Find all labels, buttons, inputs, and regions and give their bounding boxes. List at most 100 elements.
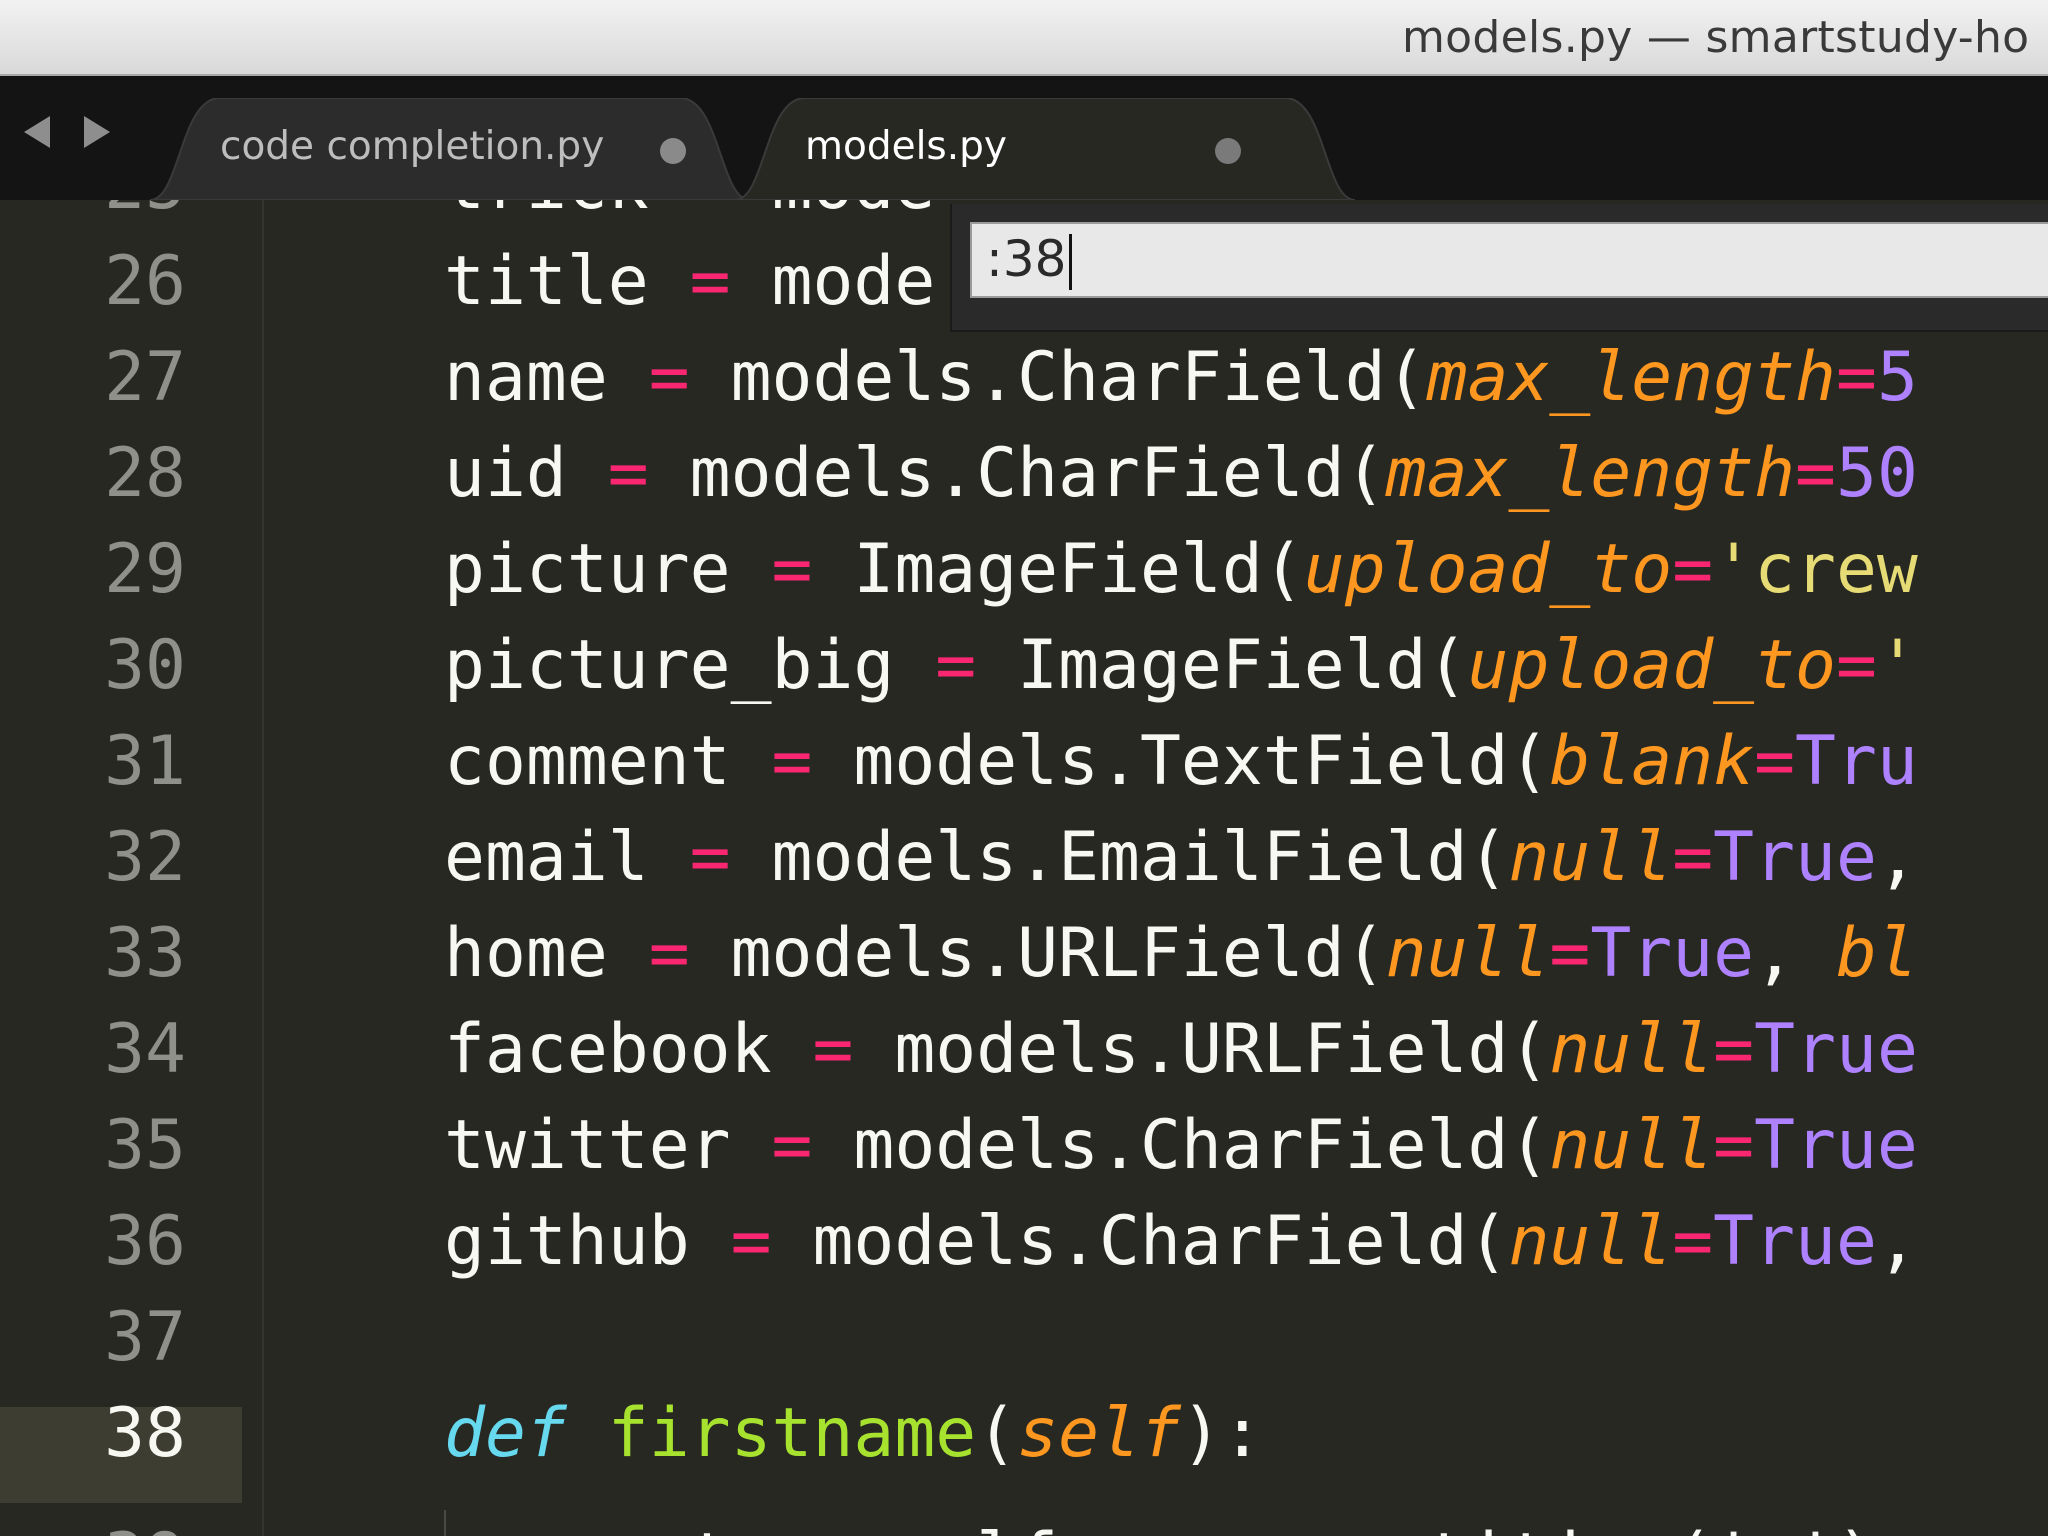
code-token: upload_to <box>1303 530 1673 609</box>
code-token: models.TextField( <box>812 722 1550 801</box>
tab-label: models.py <box>805 124 1007 169</box>
line-number: 28 <box>104 434 186 513</box>
code-token: firstname <box>607 1394 977 1473</box>
code-token: null <box>1549 1010 1714 1089</box>
line-number: 30 <box>104 626 186 705</box>
code-token: , <box>1876 818 1918 897</box>
code-token: 5 <box>1876 338 1918 417</box>
line-number: 34 <box>104 1010 186 1089</box>
code-editor[interactable]: 25 trick = mode 26 title = mode 27 name = m… <box>0 200 2048 1536</box>
code-token: def <box>444 1394 567 1473</box>
code-token: title <box>444 242 690 321</box>
line-number: 27 <box>104 338 186 417</box>
code-token: blank <box>1549 722 1755 801</box>
code-line[interactable]: facebook = models.URLField(null=True <box>444 1002 1918 1098</box>
line-number: 26 <box>104 242 186 321</box>
code-line[interactable]: email = models.EmailField(null=True, <box>444 810 1918 906</box>
code-token: bl <box>1836 914 1918 993</box>
code-token: = <box>730 1202 772 1281</box>
code-token: = <box>1672 818 1714 897</box>
code-token: twitter <box>444 1106 772 1185</box>
line-number: 39 <box>0 1511 186 1536</box>
code-token: = <box>1835 338 1877 417</box>
code-token: = <box>607 434 649 513</box>
line-number: 25 <box>0 200 186 234</box>
code-line[interactable]: home = models.URLField(null=True, bl <box>444 906 1918 1002</box>
code-token: = <box>1672 1202 1714 1281</box>
code-line[interactable]: def firstname(self): <box>444 1386 1263 1482</box>
code-token: models.URLField( <box>853 1010 1550 1089</box>
line-number: 38 <box>104 1394 186 1473</box>
window-titlebar: models.py — smartstudy-ho <box>0 0 2048 76</box>
code-token: models.CharField( <box>812 1106 1550 1185</box>
tab-models[interactable]: models.py <box>735 98 1355 200</box>
code-token: = <box>1549 914 1591 993</box>
code-line[interactable]: twitter = models.CharField(null=True <box>444 1098 1918 1194</box>
code-token: = <box>1713 1010 1755 1089</box>
code-token: , <box>1754 914 1837 993</box>
code-line[interactable]: uid = models.CharField(max_length=50 <box>444 426 1918 522</box>
code-token: ' <box>1876 626 1918 705</box>
code-token: email <box>444 818 690 897</box>
tab-code-completion[interactable]: code completion.py <box>150 98 750 200</box>
code-token: null <box>1549 1106 1714 1185</box>
line-number: 37 <box>104 1298 186 1377</box>
line-number: 33 <box>104 914 186 993</box>
code-token: upload_to <box>1467 626 1836 705</box>
line-number: 31 <box>104 722 186 801</box>
code-line[interactable]: title = mode <box>444 234 935 330</box>
code-token: = <box>648 338 690 417</box>
code-line[interactable]: name = models.CharField(max_length=5 <box>444 330 1918 426</box>
code-token: home <box>444 914 649 993</box>
goto-line-input[interactable]: :38 <box>970 222 2048 298</box>
code-line[interactable]: comment = models.TextField(blank=Tru <box>444 714 1918 810</box>
code-token: self <box>1017 1394 1181 1473</box>
gutter-divider <box>262 200 264 1536</box>
chevron-left-icon[interactable] <box>24 116 50 148</box>
code-token: models.CharField( <box>689 338 1427 417</box>
code-line[interactable]: return self.name.partition(' ') <box>444 1511 1877 1536</box>
line-number: 35 <box>104 1106 186 1185</box>
line-number: 29 <box>104 530 186 609</box>
code-token: comment <box>444 722 772 801</box>
code-token: = <box>935 626 977 705</box>
code-line[interactable]: github = models.CharField(null=True, <box>444 1194 1918 1290</box>
code-token: null <box>1508 818 1673 897</box>
modified-dot-icon[interactable] <box>660 138 686 164</box>
code-token: uid <box>444 434 608 513</box>
code-token: = <box>771 722 813 801</box>
code-line[interactable]: picture_big = ImageField(upload_to=' <box>444 618 1918 714</box>
code-token: max_length <box>1426 338 1836 417</box>
code-token: picture_big <box>444 626 936 705</box>
code-token: True <box>1754 1106 1918 1185</box>
tab-label: code completion.py <box>220 124 605 169</box>
code-token: ( <box>976 1394 1018 1473</box>
code-token: github <box>444 1202 731 1281</box>
modified-dot-icon[interactable] <box>1215 138 1241 164</box>
code-token: ImageField( <box>976 626 1468 705</box>
code-token: models.CharField( <box>771 1202 1509 1281</box>
code-token: models.URLField( <box>689 914 1386 993</box>
chevron-right-icon[interactable] <box>84 116 110 148</box>
code-token: True <box>1590 914 1755 993</box>
code-token: facebook <box>444 1010 813 1089</box>
code-token: True <box>1713 1202 1877 1281</box>
goto-line-value[interactable]: :38 <box>986 230 1066 288</box>
line-number: 36 <box>104 1202 186 1281</box>
text-caret <box>1069 234 1072 290</box>
line-number: 32 <box>104 818 186 897</box>
code-line[interactable]: trick = mode <box>444 200 935 234</box>
window-title: models.py — smartstudy-ho <box>1402 12 2030 63</box>
code-token: models.CharField( <box>648 434 1386 513</box>
code-token: = <box>812 1010 854 1089</box>
code-token: picture <box>444 530 772 609</box>
code-token: = <box>1795 434 1836 513</box>
code-token: max_length <box>1385 434 1796 513</box>
code-token: = <box>689 242 731 321</box>
code-line[interactable]: picture = ImageField(upload_to='crew <box>444 522 1918 618</box>
code-token: = <box>648 914 690 993</box>
tab-bar: code completion.py models.py <box>0 76 2048 200</box>
code-token: = <box>689 818 731 897</box>
code-token: = <box>1672 530 1714 609</box>
